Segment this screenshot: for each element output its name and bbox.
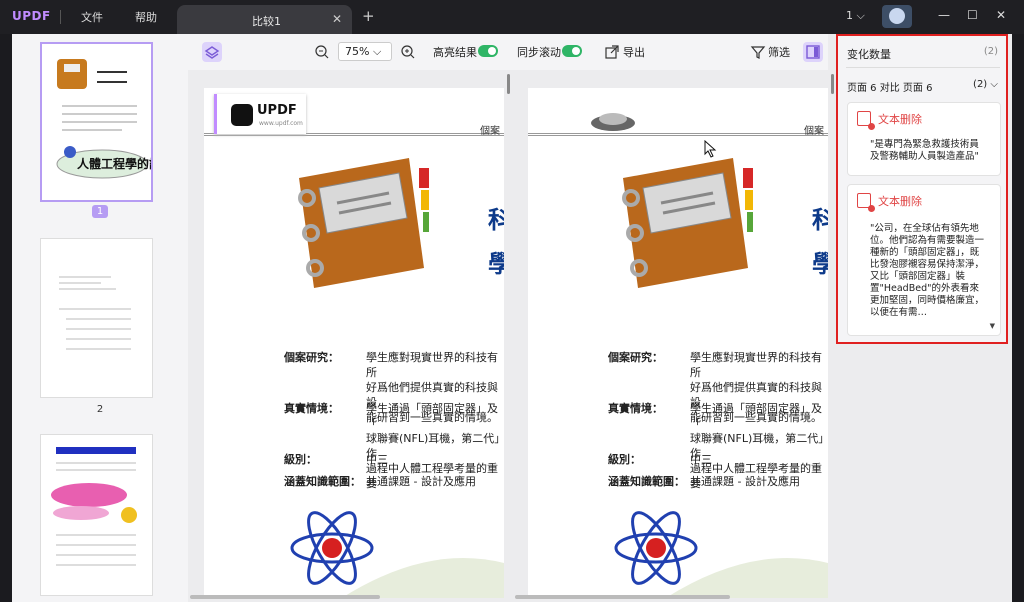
thumbnail-sidebar: 人體工程學的設計 1 2: [12, 34, 188, 602]
chevron-down-icon: ⌵: [990, 79, 998, 90]
title-char-1: 科: [812, 205, 828, 234]
horizontal-scrollbar-left[interactable]: [190, 595, 380, 599]
svg-text:人體工程學的設計: 人體工程學的設計: [77, 156, 151, 171]
row-text: 共通課題 - 設計及應用: [366, 475, 476, 488]
row-label: 級別：: [608, 453, 641, 466]
header-logo-graphic: [591, 113, 635, 131]
caret-down-icon[interactable]: ▼: [990, 322, 995, 330]
title-char-2: 學: [812, 249, 828, 278]
menu-file[interactable]: 文件: [81, 9, 103, 25]
row-label: 個案研究：: [284, 351, 339, 364]
change-type: 文本删除: [878, 113, 922, 126]
row-label: 級別：: [284, 453, 317, 466]
chevron-down-icon: ⌵: [372, 45, 382, 58]
document-left[interactable]: UPDF www.updf.com 個案 科 學 個案研究： 學生應對現實世界的…: [204, 88, 504, 598]
thumbnail-preview: [59, 276, 131, 350]
row-label: 涵蓋知識範圍：: [284, 475, 361, 488]
user-icon: [889, 8, 905, 24]
menu-help[interactable]: 帮助: [135, 9, 157, 25]
title-bar: UPDF 文件 帮助 比较1 ✕ + 1 ⌵ — ☐ ✕: [0, 0, 1024, 34]
notebook-image: [298, 158, 429, 288]
filter-icon[interactable]: [748, 42, 768, 62]
row-label: 真實情境：: [608, 402, 663, 415]
thumbnail-preview: [51, 447, 137, 566]
filter-button[interactable]: 筛选: [768, 44, 790, 60]
export-button[interactable]: 导出: [623, 44, 645, 60]
page-compare-count[interactable]: (2) ⌵: [973, 79, 998, 90]
divider: [846, 67, 1000, 68]
text-delete-icon: [857, 193, 875, 212]
changes-count: (2): [983, 46, 998, 57]
thumbnail-page-3[interactable]: [40, 434, 153, 596]
thumbnail-page-1[interactable]: 人體工程學的設計: [40, 42, 173, 202]
changes-title: 变化数量: [847, 48, 891, 61]
layers-icon[interactable]: [202, 42, 222, 62]
sync-scroll-toggle[interactable]: [562, 45, 582, 57]
changes-panel: 变化数量 (2) 页面 6 对比 页面 6 (2) ⌵ 文本删除 "是專門為緊急…: [836, 34, 1008, 344]
page-selector[interactable]: 1 ⌵: [846, 9, 865, 23]
change-type: 文本删除: [878, 195, 922, 208]
chevron-down-icon: ⌵: [856, 9, 865, 22]
change-text: "公司，在全球佔有領先地位。他們認為有需要製造一種新的「頭部固定器」，既比發泡膠…: [870, 223, 985, 318]
highlight-toggle[interactable]: [478, 45, 498, 57]
title-char-1: 科: [488, 205, 504, 234]
compare-toolbar: 75% ⌵ 高亮结果 同步滚动 导出 筛选: [188, 34, 828, 70]
scrollbar-right[interactable]: [831, 74, 834, 94]
page-number-1: 1: [12, 205, 188, 218]
row-text: 中三: [690, 453, 712, 466]
zoom-out-icon[interactable]: [312, 42, 332, 62]
zoom-in-icon[interactable]: [398, 42, 418, 62]
tab-compare[interactable]: 比较1 ✕: [177, 5, 352, 34]
document-right[interactable]: 個案 科 學 個案研究： 學生應對現實世界的科技有所 好爲他們提供真實的科技與設能…: [528, 88, 828, 598]
row-label: 涵蓋知識範圍：: [608, 475, 685, 488]
page-header: [528, 88, 828, 136]
atom-graphic: [614, 511, 828, 598]
close-tab-icon[interactable]: ✕: [332, 12, 342, 26]
page-number-2: 2: [96, 404, 104, 415]
mouse-cursor-icon: [704, 140, 717, 158]
row-label: 真實情境：: [284, 402, 339, 415]
tab-label: 比较1: [252, 15, 281, 28]
side-panel-icon[interactable]: [803, 42, 823, 62]
avatar[interactable]: [882, 5, 912, 28]
highlight-label: 高亮结果: [433, 46, 477, 59]
thumbnail-page-2[interactable]: [40, 238, 153, 398]
scrollbar-left[interactable]: [507, 74, 510, 94]
zoom-select[interactable]: 75% ⌵: [338, 42, 392, 61]
header-text: 個案: [804, 126, 824, 137]
horizontal-scrollbar-right[interactable]: [515, 595, 730, 599]
change-card[interactable]: 文本删除 "是專門為緊急救護技術員及警務輔助人員製造產品": [847, 102, 1001, 176]
change-text: "是專門為緊急救護技術員及警務輔助人員製造產品": [870, 139, 979, 162]
row-label: 個案研究：: [608, 351, 663, 364]
updf-logo-icon: [231, 104, 253, 126]
row-text: 中三: [366, 453, 388, 466]
atom-graphic: [290, 511, 504, 598]
row-text: 共通課題 - 設計及應用: [690, 475, 800, 488]
app-logo: UPDF: [12, 9, 51, 23]
title-char-2: 學: [488, 249, 504, 278]
notebook-image: [622, 158, 753, 288]
change-card[interactable]: 文本删除 "公司，在全球佔有領先地位。他們認為有需要製造一種新的「頭部固定器」，…: [847, 184, 1001, 336]
maximize-icon[interactable]: ☐: [967, 8, 978, 22]
page-compare-label[interactable]: 页面 6 对比 页面 6: [847, 79, 932, 94]
add-tab-icon[interactable]: +: [362, 7, 375, 25]
window-close-icon[interactable]: ✕: [996, 8, 1006, 22]
header-text: 個案: [480, 126, 500, 137]
sync-scroll-label: 同步滚动: [517, 46, 561, 59]
export-icon[interactable]: [602, 42, 622, 62]
thumbnail-preview: 人體工程學的設計: [56, 59, 173, 179]
divider: [60, 10, 61, 24]
text-delete-icon: [857, 111, 875, 130]
minimize-icon[interactable]: —: [938, 8, 950, 22]
updf-watermark: UPDF www.updf.com: [214, 94, 306, 134]
